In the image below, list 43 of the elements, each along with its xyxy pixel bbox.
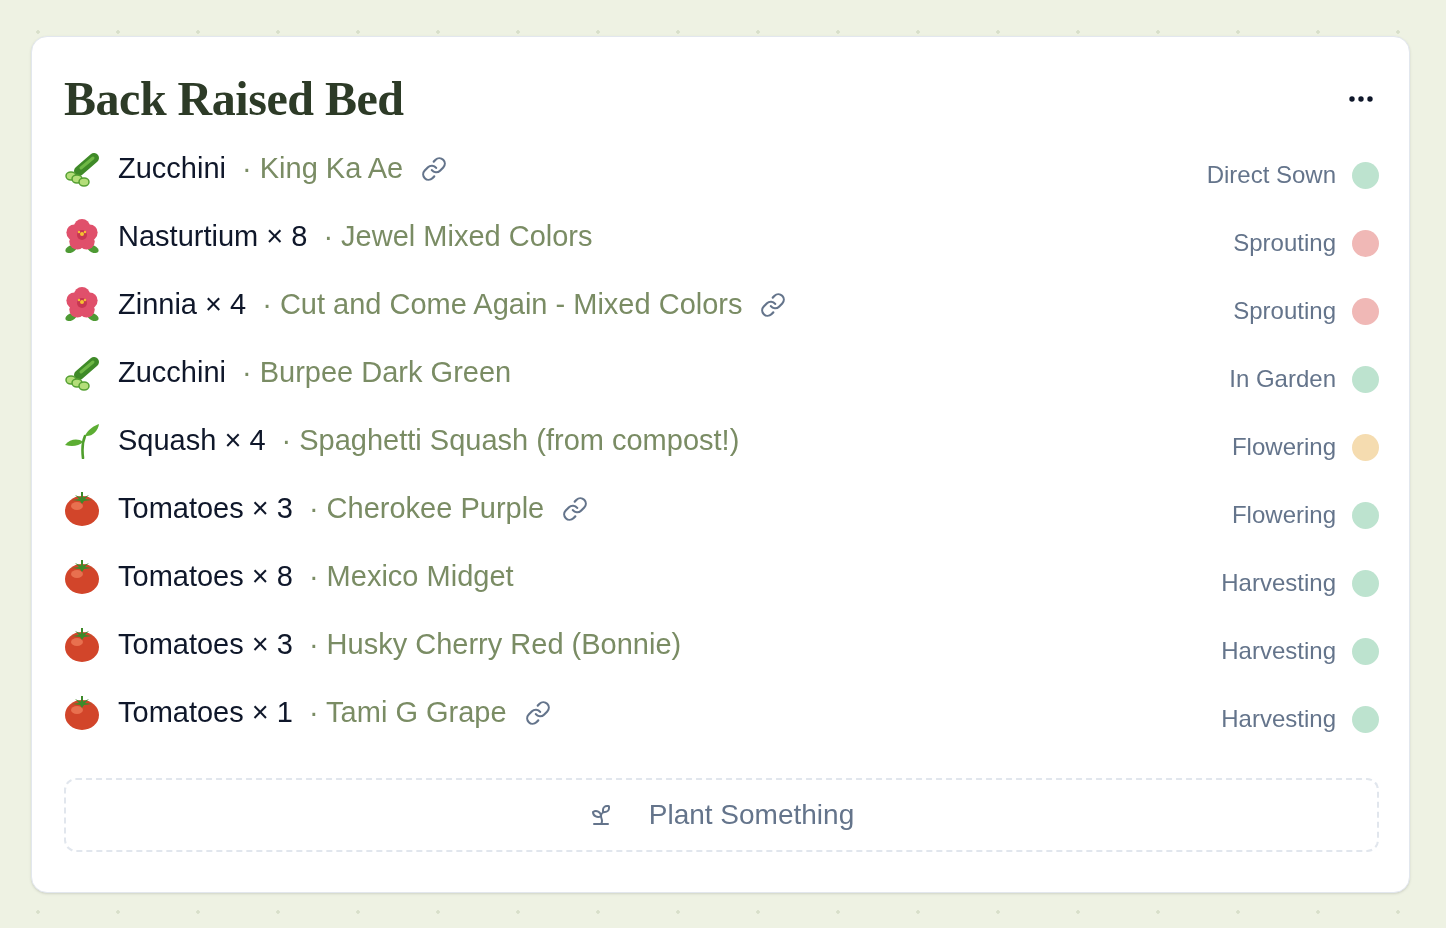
status-label: Flowering	[1231, 500, 1336, 530]
cucumber-icon	[64, 355, 100, 391]
status-label: Harvesting	[1221, 704, 1336, 734]
status-label: Flowering	[1231, 432, 1336, 462]
plant-name: Squash × 4	[118, 423, 266, 459]
tomato-icon	[64, 491, 100, 527]
link-icon[interactable]	[421, 156, 448, 182]
status-label: Sprouting	[1233, 296, 1336, 326]
plant-variety: · Cut and Come Again - Mixed Colors	[262, 287, 743, 323]
plant-variety: · Cherokee Purple	[308, 491, 545, 527]
plant-name: Zucchini	[118, 355, 226, 391]
link-icon[interactable]	[562, 496, 589, 522]
plant-name: Tomatoes × 3	[118, 627, 293, 663]
plant-name: Zinnia × 4	[118, 287, 247, 323]
bed-title: Back Raised Bed	[64, 75, 404, 123]
status-label: Direct Sown	[1206, 160, 1336, 190]
plant-variety: · Burpee Dark Green	[242, 355, 512, 391]
tomato-icon	[64, 627, 100, 663]
plant-name: Tomatoes × 1	[118, 695, 293, 731]
link-icon[interactable]	[760, 292, 787, 318]
plant-variety: · Mexico Midget	[308, 559, 514, 595]
flower-icon	[64, 287, 100, 323]
cucumber-icon	[64, 151, 100, 187]
link-icon[interactable]	[524, 700, 551, 726]
status-label: Harvesting	[1221, 568, 1336, 598]
plant-variety: · Spaghetti Squash (from compost!)	[281, 423, 740, 459]
plant-variety: · King Ka Ae	[242, 151, 404, 187]
status-label: Harvesting	[1221, 636, 1336, 666]
status-label: Sprouting	[1233, 228, 1336, 258]
plant-something-button[interactable]: Plant Something	[64, 778, 1379, 852]
plant-name: Nasturtium × 8	[118, 219, 308, 255]
plant-name: Tomatoes × 3	[118, 491, 293, 527]
tomato-icon	[64, 695, 100, 731]
plant-variety: · Jewel Mixed Colors	[323, 219, 593, 255]
plant-name: Tomatoes × 8	[118, 559, 293, 595]
plant-variety: · Tami G Grape	[308, 695, 507, 731]
seedling-icon	[64, 423, 100, 459]
status-label: In Garden	[1229, 364, 1336, 394]
plant-name: Zucchini	[118, 151, 226, 187]
plant-variety: · Husky Cherry Red (Bonnie)	[308, 627, 682, 663]
flower-icon	[64, 219, 100, 255]
tomato-icon	[64, 559, 100, 595]
more-icon	[1349, 96, 1373, 102]
